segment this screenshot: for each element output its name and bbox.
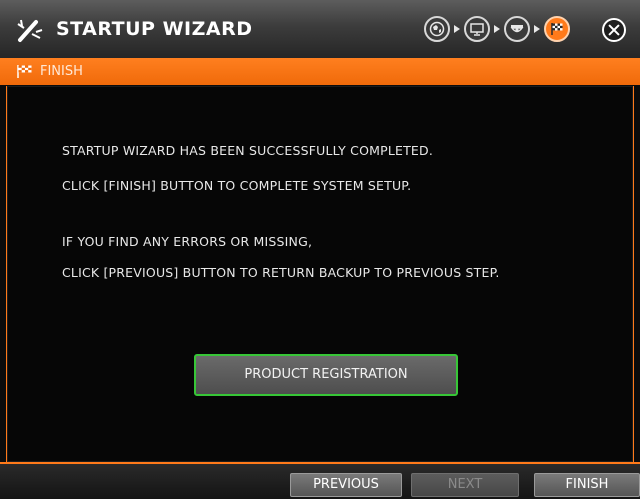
startup-wizard-window: STARTUP WIZARD FINISH STARTUP WIZARD HAS…: [0, 0, 640, 499]
finish-flag-icon: [17, 65, 32, 78]
title-bar: STARTUP WIZARD: [0, 0, 640, 59]
message-line-4: CLICK [PREVIOUS] BUTTON TO RETURN BACKUP…: [62, 265, 500, 280]
footer-bar: PREVIOUS NEXT FINISH: [0, 462, 640, 499]
content-panel: STARTUP WIZARD HAS BEEN SUCCESSFULLY COM…: [6, 86, 634, 462]
camera-icon: [504, 16, 530, 42]
product-registration-button[interactable]: PRODUCT REGISTRATION: [194, 354, 458, 396]
globe-icon: [424, 16, 450, 42]
monitor-icon: [464, 16, 490, 42]
previous-button[interactable]: PREVIOUS: [290, 473, 402, 497]
next-button[interactable]: NEXT: [411, 473, 519, 497]
step-arrow-icon: [454, 25, 460, 33]
step-arrow-icon: [494, 25, 500, 33]
section-title: FINISH: [40, 64, 83, 79]
finish-button[interactable]: FINISH: [534, 473, 640, 497]
finish-flag-icon: [544, 16, 570, 42]
wizard-wand-icon: [17, 19, 43, 42]
message-line-1: STARTUP WIZARD HAS BEEN SUCCESSFULLY COM…: [62, 143, 434, 158]
message-line-2: CLICK [FINISH] BUTTON TO COMPLETE SYSTEM…: [62, 178, 412, 193]
step-arrow-icon: [534, 25, 540, 33]
section-header: FINISH: [0, 58, 640, 85]
window-title: STARTUP WIZARD: [56, 18, 253, 40]
close-icon[interactable]: [602, 18, 626, 42]
message-line-3: IF YOU FIND ANY ERRORS OR MISSING,: [62, 234, 313, 249]
